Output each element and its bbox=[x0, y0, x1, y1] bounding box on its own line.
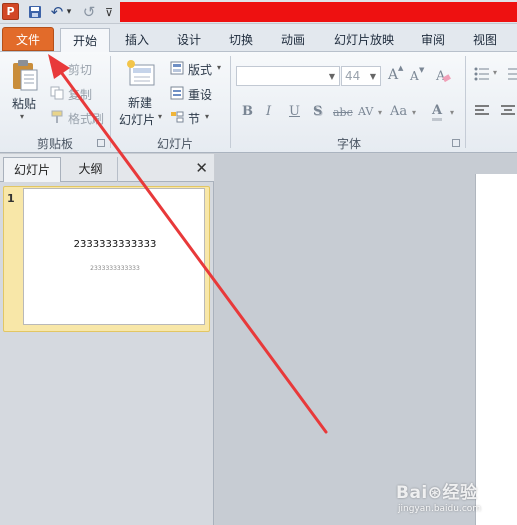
font-color-dropdown-icon[interactable]: ▾ bbox=[450, 108, 454, 117]
paste-dropdown-icon[interactable]: ▾ bbox=[20, 112, 24, 121]
reset-button[interactable]: 重设 bbox=[188, 86, 212, 103]
chevron-down-icon[interactable]: ▼ bbox=[325, 67, 339, 85]
section-button[interactable]: 节 bbox=[188, 110, 200, 127]
slide-editing-area[interactable] bbox=[215, 154, 517, 525]
tab-transitions[interactable]: 切换 bbox=[218, 28, 264, 52]
paste-icon[interactable] bbox=[10, 58, 40, 92]
quick-access-toolbar: P ↶ ▾ ↺ ⊽ bbox=[0, 0, 517, 24]
shadow-button[interactable]: S bbox=[313, 104, 322, 119]
font-color-button[interactable]: A bbox=[432, 104, 443, 121]
bullets-dropdown-icon[interactable]: ▾ bbox=[493, 68, 497, 77]
redo-icon[interactable]: ↺ bbox=[80, 3, 98, 21]
shrink-font-caret-icon: ▼ bbox=[419, 66, 425, 74]
tab-insert[interactable]: 插入 bbox=[114, 28, 160, 52]
slides-group-label: 幻灯片 bbox=[156, 137, 193, 151]
tab-slides[interactable]: 幻灯片 bbox=[3, 157, 61, 182]
section-icon[interactable] bbox=[170, 110, 184, 124]
watermark-brand: Bai⊛经验 bbox=[396, 483, 478, 503]
baidu-jingyan-watermark: Bai⊛经验 jingyan.baidu.com bbox=[396, 476, 514, 522]
slide-number: 1 bbox=[7, 192, 15, 205]
align-left-icon[interactable] bbox=[474, 104, 490, 118]
font-size-combobox[interactable]: 44 ▼ bbox=[341, 66, 381, 86]
watermark-url: jingyan.baidu.com bbox=[398, 504, 482, 514]
character-spacing-button[interactable]: AV bbox=[358, 105, 373, 118]
clipboard-group-label: 剪贴板 bbox=[36, 137, 73, 151]
undo-dropdown-icon[interactable]: ▾ bbox=[64, 3, 74, 21]
new-slide-icon[interactable] bbox=[126, 59, 156, 89]
customize-toolbar-icon[interactable]: ⊽ bbox=[102, 3, 116, 21]
group-divider bbox=[230, 56, 231, 148]
format-painter-button[interactable]: 格式刷 bbox=[68, 110, 104, 127]
section-dropdown-icon[interactable]: ▾ bbox=[205, 112, 209, 121]
cut-icon[interactable]: ✂ bbox=[50, 61, 64, 75]
underline-button[interactable]: U bbox=[289, 104, 300, 119]
slides-pane: 幻灯片 大纲 ✕ 1 2333333333333 2333333333333 bbox=[0, 154, 214, 525]
tab-file[interactable]: 文件 bbox=[2, 27, 54, 51]
font-name-combobox[interactable]: ▼ bbox=[236, 66, 340, 86]
copy-icon[interactable] bbox=[50, 86, 64, 100]
slide-canvas[interactable] bbox=[475, 174, 517, 525]
group-divider bbox=[110, 56, 111, 148]
change-case-button[interactable]: Aa bbox=[390, 104, 407, 119]
reset-icon[interactable] bbox=[170, 86, 184, 100]
spacing-dropdown-icon[interactable]: ▾ bbox=[378, 108, 382, 117]
align-center-icon[interactable] bbox=[500, 104, 516, 118]
strikethrough-button[interactable]: abc bbox=[333, 106, 353, 119]
bullets-icon[interactable] bbox=[474, 67, 490, 81]
tab-design[interactable]: 设计 bbox=[166, 28, 212, 52]
grow-font-button[interactable]: A bbox=[388, 67, 398, 83]
format-painter-icon[interactable] bbox=[50, 110, 64, 124]
new-slide-dropdown-icon[interactable]: ▾ bbox=[158, 112, 162, 121]
tab-home[interactable]: 开始 bbox=[60, 28, 110, 53]
numbering-icon[interactable] bbox=[505, 67, 517, 81]
powerpoint-logo-icon[interactable]: P bbox=[2, 3, 19, 20]
tab-view[interactable]: 视图 bbox=[462, 28, 508, 52]
svg-text:A: A bbox=[435, 69, 446, 84]
font-group-label: 字体 bbox=[336, 137, 361, 151]
grow-font-caret-icon: ▲ bbox=[398, 64, 404, 72]
tab-animations[interactable]: 动画 bbox=[270, 28, 316, 52]
layout-button[interactable]: 版式 bbox=[188, 61, 212, 78]
new-slide-label-line2[interactable]: 幻灯片 bbox=[119, 111, 155, 128]
layout-dropdown-icon[interactable]: ▾ bbox=[217, 63, 221, 72]
new-slide-label-line1[interactable]: 新建 bbox=[128, 94, 152, 111]
save-icon[interactable] bbox=[26, 3, 44, 21]
case-dropdown-icon[interactable]: ▾ bbox=[412, 108, 416, 117]
thumbnail-subtitle-text: 2333333333333 bbox=[90, 265, 140, 272]
close-icon[interactable]: ✕ bbox=[195, 159, 208, 177]
paste-button-label[interactable]: 粘贴 bbox=[12, 95, 36, 112]
slides-pane-tabs: 幻灯片 大纲 ✕ bbox=[0, 154, 214, 182]
tab-review[interactable]: 审阅 bbox=[410, 28, 456, 52]
group-divider bbox=[465, 56, 466, 148]
bold-button[interactable]: B bbox=[242, 104, 253, 119]
ribbon-tab-row: 文件 开始 插入 设计 切换 动画 幻灯片放映 审阅 视图 bbox=[0, 24, 517, 53]
chevron-down-icon[interactable]: ▼ bbox=[366, 67, 380, 85]
tab-slideshow[interactable]: 幻灯片放映 bbox=[326, 28, 402, 52]
font-size-value: 44 bbox=[345, 69, 361, 83]
ribbon-home: 粘贴 ▾ ✂ 剪切 复制 格式刷 剪贴板 新建 幻灯片 ▾ 版式 ▾ 重设 节 … bbox=[0, 52, 517, 153]
title-redaction-bar bbox=[120, 2, 517, 22]
tab-outline[interactable]: 大纲 bbox=[64, 157, 118, 182]
cut-button[interactable]: 剪切 bbox=[68, 61, 92, 78]
slide-thumbnail[interactable]: 2333333333333 2333333333333 bbox=[23, 188, 205, 325]
copy-button[interactable]: 复制 bbox=[68, 86, 92, 103]
clipboard-launcher-icon[interactable] bbox=[97, 139, 105, 147]
clear-formatting-icon[interactable]: A bbox=[434, 66, 452, 84]
font-launcher-icon[interactable] bbox=[452, 139, 460, 147]
italic-button[interactable]: I bbox=[266, 104, 271, 119]
thumbnail-title-text: 2333333333333 bbox=[73, 239, 157, 250]
layout-icon[interactable] bbox=[170, 61, 184, 75]
shrink-font-button[interactable]: A bbox=[410, 69, 419, 83]
